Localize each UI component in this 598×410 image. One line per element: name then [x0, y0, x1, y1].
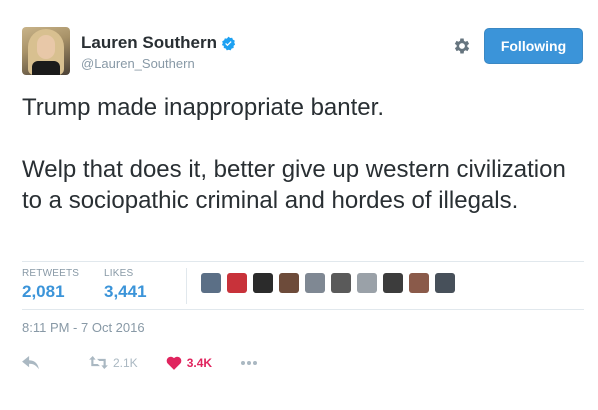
liker-avatar-9[interactable]: [409, 273, 429, 293]
display-name[interactable]: Lauren Southern: [81, 33, 217, 53]
like-button[interactable]: 3.4K: [166, 355, 212, 370]
handle[interactable]: @Lauren_Southern: [81, 56, 195, 71]
divider: [22, 309, 584, 310]
reply-icon: [22, 355, 39, 369]
verified-badge-icon: [221, 36, 236, 50]
following-button[interactable]: Following: [484, 28, 583, 64]
divider: [22, 261, 584, 262]
liker-avatar-6[interactable]: [331, 273, 351, 293]
heart-icon: [166, 356, 181, 370]
liker-avatar-7[interactable]: [357, 273, 377, 293]
avatar[interactable]: [22, 27, 70, 75]
liker-avatar-8[interactable]: [383, 273, 403, 293]
tweet-card: Lauren Southern @Lauren_Southern Followi…: [0, 0, 598, 410]
likes-count: 3,441: [104, 282, 147, 301]
liker-avatar-10[interactable]: [435, 273, 455, 293]
retweet-count: 2.1K: [113, 355, 138, 370]
liker-avatar-4[interactable]: [279, 273, 299, 293]
likes-label: LIKES: [104, 268, 134, 279]
liker-avatar-5[interactable]: [305, 273, 325, 293]
likes-stat[interactable]: LIKES 3,441: [104, 268, 147, 302]
like-count: 3.4K: [186, 355, 213, 370]
tweet-paragraph: Trump made inappropriate banter.: [22, 94, 384, 121]
liker-avatars: [201, 273, 461, 293]
timestamp[interactable]: 8:11 PM - 7 Oct 2016: [22, 320, 145, 335]
liker-avatar-2[interactable]: [227, 273, 247, 293]
liker-avatar-3[interactable]: [253, 273, 273, 293]
stats-separator: [186, 268, 187, 304]
name-row: Lauren Southern: [81, 33, 236, 53]
action-bar: 2.1K 3.4K: [22, 355, 258, 370]
retweets-stat[interactable]: RETWEETS 2,081: [22, 268, 79, 302]
liker-avatar-1[interactable]: [201, 273, 221, 293]
tweet-paragraph: Welp that does it, better give up wester…: [22, 156, 566, 214]
retweets-label: RETWEETS: [22, 268, 80, 279]
retweets-count: 2,081: [22, 282, 65, 301]
retweet-button[interactable]: 2.1K: [89, 356, 138, 370]
gear-icon[interactable]: [452, 36, 472, 56]
more-dots-icon: [241, 360, 258, 365]
reply-button[interactable]: [22, 355, 39, 370]
more-button[interactable]: [240, 360, 258, 366]
retweet-icon: [89, 356, 108, 369]
tweet-text: Trump made inappropriate banter. Welp th…: [22, 92, 578, 216]
